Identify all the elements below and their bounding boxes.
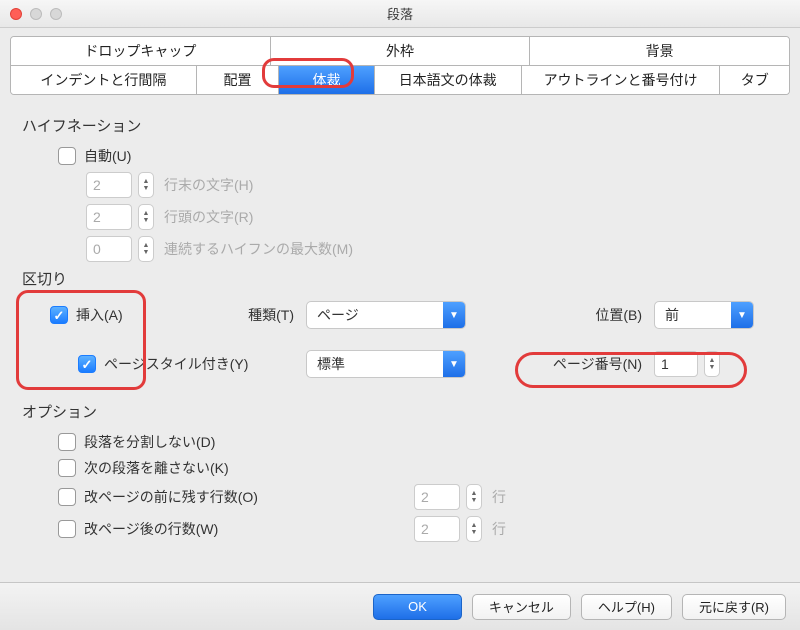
withstyle-label: ページスタイル付き(Y) bbox=[104, 354, 248, 374]
tab-bar: ドロップキャップ 外枠 背景 インデントと行間隔 配置 体裁 日本語文の体裁 ア… bbox=[10, 36, 790, 95]
insert-checkbox[interactable] bbox=[50, 306, 68, 324]
titlebar: 段落 bbox=[0, 0, 800, 28]
tab-dropcap[interactable]: ドロップキャップ bbox=[11, 37, 271, 65]
auto-label: 自動(U) bbox=[84, 146, 131, 166]
tab-row-2: インデントと行間隔 配置 体裁 日本語文の体裁 アウトラインと番号付け タブ bbox=[10, 66, 790, 95]
maxcons-input[interactable]: 0 bbox=[86, 236, 132, 262]
pagenum-label: ページ番号(N) bbox=[544, 354, 654, 374]
auto-checkbox[interactable] bbox=[58, 147, 76, 165]
widow-label: 改ページ後の行数(W) bbox=[84, 519, 414, 539]
reset-button[interactable]: 元に戻す(R) bbox=[682, 594, 786, 620]
orphan-checkbox[interactable] bbox=[58, 488, 76, 506]
type-select[interactable]: ページ▼ bbox=[306, 301, 466, 329]
maxcons-label: 連続するハイフンの最大数(M) bbox=[164, 239, 353, 259]
lineend-stepper[interactable]: ▲▼ bbox=[138, 172, 154, 198]
withstyle-checkbox[interactable] bbox=[78, 355, 96, 373]
widow-input[interactable]: 2 bbox=[414, 516, 460, 542]
tab-row-1: ドロップキャップ 外枠 背景 bbox=[10, 36, 790, 66]
linestart-stepper[interactable]: ▲▼ bbox=[138, 204, 154, 230]
orphan-input[interactable]: 2 bbox=[414, 484, 460, 510]
linestart-input[interactable]: 2 bbox=[86, 204, 132, 230]
pagenum-stepper[interactable]: ▲▼ bbox=[704, 351, 720, 377]
keepnext-checkbox[interactable] bbox=[58, 459, 76, 477]
button-bar: OK キャンセル ヘルプ(H) 元に戻す(R) bbox=[0, 582, 800, 630]
orphan-stepper[interactable]: ▲▼ bbox=[466, 484, 482, 510]
nosplit-checkbox[interactable] bbox=[58, 433, 76, 451]
tab-textflow[interactable]: 体裁 bbox=[279, 66, 374, 94]
keepnext-label: 次の段落を離さない(K) bbox=[84, 458, 229, 478]
widow-checkbox[interactable] bbox=[58, 520, 76, 538]
orphan-label: 改ページの前に残す行数(O) bbox=[84, 487, 414, 507]
tab-align[interactable]: 配置 bbox=[197, 66, 279, 94]
pagenum-input[interactable]: 1 bbox=[654, 351, 698, 377]
orphan-unit: 行 bbox=[492, 487, 506, 507]
lineend-input[interactable]: 2 bbox=[86, 172, 132, 198]
nosplit-label: 段落を分割しない(D) bbox=[84, 432, 215, 452]
maxcons-stepper[interactable]: ▲▼ bbox=[138, 236, 154, 262]
help-button[interactable]: ヘルプ(H) bbox=[581, 594, 672, 620]
tab-outline[interactable]: アウトラインと番号付け bbox=[522, 66, 721, 94]
chevron-down-icon: ▼ bbox=[443, 351, 465, 377]
chevron-down-icon: ▼ bbox=[443, 302, 465, 328]
cancel-button[interactable]: キャンセル bbox=[472, 594, 571, 620]
tab-indent[interactable]: インデントと行間隔 bbox=[11, 66, 197, 94]
options-title: オプション bbox=[22, 401, 774, 422]
widow-stepper[interactable]: ▲▼ bbox=[466, 516, 482, 542]
chevron-down-icon: ▼ bbox=[731, 302, 753, 328]
style-select[interactable]: 標準▼ bbox=[306, 350, 466, 378]
position-select[interactable]: 前▼ bbox=[654, 301, 754, 329]
window-title: 段落 bbox=[0, 4, 800, 23]
tab-tabs[interactable]: タブ bbox=[720, 66, 789, 94]
hyphenation-title: ハイフネーション bbox=[22, 115, 774, 136]
content-area: ハイフネーション 自動(U) 2 ▲▼ 行末の文字(H) 2 ▲▼ 行頭の文字(… bbox=[0, 95, 800, 542]
insert-label: 挿入(A) bbox=[76, 305, 123, 325]
ok-button[interactable]: OK bbox=[373, 594, 462, 620]
widow-unit: 行 bbox=[492, 519, 506, 539]
breaks-title: 区切り bbox=[22, 268, 774, 289]
tab-asian[interactable]: 日本語文の体裁 bbox=[375, 66, 522, 94]
position-label: 位置(B) bbox=[544, 305, 654, 325]
lineend-label: 行末の文字(H) bbox=[164, 175, 253, 195]
tab-background[interactable]: 背景 bbox=[530, 37, 789, 65]
type-label: 種類(T) bbox=[216, 305, 306, 325]
tab-border[interactable]: 外枠 bbox=[271, 37, 531, 65]
linestart-label: 行頭の文字(R) bbox=[164, 207, 253, 227]
